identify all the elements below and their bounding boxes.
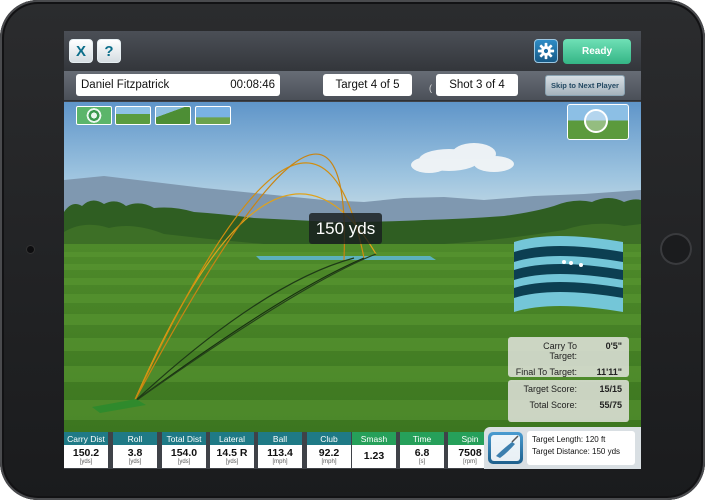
stat-carry-dist: Carry Dist 150.2 [yds] <box>64 432 108 468</box>
distance-label: 150 yds <box>309 213 382 244</box>
carry-to-target-row: Carry To Target: 0'5" <box>515 341 622 361</box>
target-score-row: Target Score: 15/15 <box>515 384 622 394</box>
divider: ( <box>429 83 432 93</box>
target-progress: Target 4 of 5 <box>323 74 412 96</box>
golf-club-icon <box>488 432 523 464</box>
stat-label: Roll <box>113 432 157 445</box>
home-button[interactable] <box>660 233 692 265</box>
stat-value-box: 6.8 [s] <box>400 445 444 468</box>
stat-value: 1.23 <box>363 450 385 462</box>
stat-unit: [mph] <box>272 458 288 465</box>
stat-label: Club <box>307 432 351 445</box>
stat-lateral: Lateral 14.5 R [yds] <box>210 432 254 468</box>
settings-button[interactable] <box>534 39 558 63</box>
target-view-icon[interactable] <box>76 106 112 125</box>
carry-to-target-label: Carry To Target: <box>543 341 577 361</box>
gear-icon <box>537 42 555 60</box>
stat-unit: [yds] <box>177 458 191 465</box>
range-view-icon[interactable] <box>115 106 151 125</box>
stat-label: Carry Dist <box>64 432 108 445</box>
top-toolbar: X ? Ready <box>64 31 641 71</box>
target-distance: Target Distance: 150 yds <box>532 447 621 456</box>
final-to-target-value: 11'11" <box>596 367 622 377</box>
score-panel: Target Score: 15/15 Total Score: 55/75 <box>508 380 629 422</box>
skip-player-button[interactable]: Skip to Next Player <box>545 75 625 96</box>
carry-to-target-value: 0'5" <box>605 341 622 351</box>
app-screen: X ? Ready Daniel Fitzpatrick 00:08:46 Ta… <box>64 31 641 469</box>
stat-label: Lateral <box>210 432 254 445</box>
ipad-frame: X ? Ready Daniel Fitzpatrick 00:08:46 Ta… <box>0 0 705 500</box>
target-info-card: Target Length: 120 ft Target Distance: 1… <box>484 427 641 469</box>
stat-value-box: 113.4 [mph] <box>258 445 302 468</box>
stat-unit: [yds] <box>225 458 239 465</box>
ready-button[interactable]: Ready <box>563 39 631 64</box>
stat-roll: Roll 3.8 [yds] <box>113 432 157 468</box>
total-score-row: Total Score: 55/75 <box>515 400 622 410</box>
stat-value-box: 92.2 [mph] <box>307 445 351 468</box>
session-timer: 00:08:46 <box>230 79 275 91</box>
magnifier-icon <box>584 109 608 133</box>
side-view-icon[interactable] <box>155 106 191 125</box>
close-icon: X <box>75 42 86 60</box>
target-score-label: Target Score: <box>523 384 577 394</box>
target-green <box>256 256 436 260</box>
range-view: 150 yds Carry To Target: 0'5" Final To T… <box>64 102 641 432</box>
stat-unit: [mph] <box>321 458 337 465</box>
stat-value-box: 1.23 <box>352 445 396 468</box>
stat-unit: [yds] <box>128 458 142 465</box>
help-button[interactable]: ? <box>97 39 121 63</box>
stat-label: Smash <box>352 432 396 445</box>
game-header: Daniel Fitzpatrick 00:08:46 Target 4 of … <box>64 71 641 101</box>
stat-smash: Smash 1.23 <box>352 432 396 468</box>
stat-time: Time 6.8 [s] <box>400 432 444 468</box>
ball-view-icon[interactable] <box>195 106 231 125</box>
stat-value: 150.2 <box>72 446 100 459</box>
golf-club-icon-graphic <box>491 435 520 461</box>
stat-value: 113.4 <box>267 446 293 459</box>
stat-label: Time <box>400 432 444 445</box>
stat-total-dist: Total Dist 154.0 [yds] <box>162 432 206 468</box>
stat-unit: [yds] <box>79 458 93 465</box>
shot-progress: Shot 3 of 4 <box>436 74 518 96</box>
stat-ball: Ball 113.4 [mph] <box>258 432 302 468</box>
carry-panel: Carry To Target: 0'5" Final To Target: 1… <box>508 337 629 377</box>
stat-value: 6.8 <box>414 446 430 459</box>
target-rings <box>514 236 623 312</box>
stat-label: Total Dist <box>162 432 206 445</box>
stat-value: 92.2 <box>318 446 340 459</box>
help-icon: ? <box>104 42 114 60</box>
target-score-value: 15/15 <box>599 384 622 394</box>
stat-value: 14.5 R <box>216 446 248 459</box>
stat-value-box: 3.8 [yds] <box>113 445 157 468</box>
stat-unit: [s] <box>418 458 426 465</box>
stat-value: 154.0 <box>170 446 198 459</box>
target-length: Target Length: 120 ft <box>532 435 606 444</box>
target-info-text: Target Length: 120 ft Target Distance: 1… <box>527 431 635 465</box>
final-to-target-label: Final To Target: <box>515 367 577 377</box>
front-camera <box>27 246 34 253</box>
stat-unit: [rpm] <box>463 458 477 465</box>
player-name: Daniel Fitzpatrick <box>81 79 170 91</box>
final-to-target-row: Final To Target: 11'11" <box>515 367 622 377</box>
stat-value: 3.8 <box>127 446 143 459</box>
close-button[interactable]: X <box>69 39 93 63</box>
player-panel: Daniel Fitzpatrick 00:08:46 <box>76 74 280 96</box>
total-score-value: 55/75 <box>599 400 622 410</box>
stat-value-box: 150.2 [yds] <box>64 445 108 468</box>
stat-label: Ball <box>258 432 302 445</box>
total-score-label: Total Score: <box>529 400 577 410</box>
stat-club: Club 92.2 [mph] <box>307 432 351 468</box>
stat-value: 7508 <box>458 446 482 459</box>
ball-cam-button[interactable] <box>567 104 629 140</box>
stat-value-box: 14.5 R [yds] <box>210 445 254 468</box>
stat-value-box: 154.0 [yds] <box>162 445 206 468</box>
